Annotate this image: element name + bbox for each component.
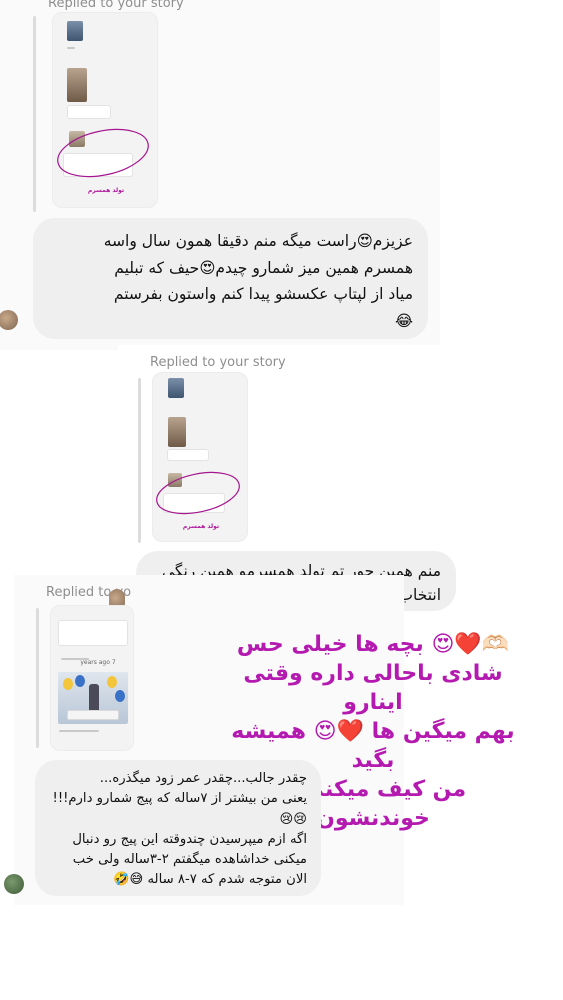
mini-message-card	[58, 620, 128, 646]
mini-balloon	[115, 690, 125, 702]
story-thumbnail[interactable]: تولد همسرم	[152, 372, 248, 542]
mini-text-line	[59, 730, 99, 732]
mini-balloon	[63, 678, 73, 690]
message-bubble[interactable]: عزیزم😍راست میگه منم دقیقا همون سال واسه …	[33, 218, 428, 339]
mini-balloon	[107, 676, 117, 688]
reply-quote-bar	[138, 378, 141, 543]
sender-avatar[interactable]	[4, 874, 24, 894]
replied-to-story-label: Replied to your story	[150, 355, 286, 370]
mini-avatar-image	[168, 378, 184, 398]
mini-table	[67, 710, 119, 720]
mini-caption: تولد همسرم	[87, 187, 125, 194]
message-text: عزیزم😍راست میگه منم دقیقا همون سال واسه …	[103, 232, 413, 330]
message-text: چقدر جالب...چقدر عمر زود میگذره... یعنی …	[52, 771, 307, 888]
reply-quote-bar	[36, 608, 39, 748]
mini-photo	[168, 417, 186, 447]
mini-avatar-image	[67, 21, 83, 41]
mini-photo	[67, 68, 87, 102]
mini-caption: تولد همسرم	[182, 523, 220, 530]
mini-years-ago: 7 years ago	[80, 659, 116, 666]
mini-message-card	[67, 105, 111, 119]
reply-quote-bar	[33, 16, 36, 212]
message-bubble[interactable]: چقدر جالب...چقدر عمر زود میگذره... یعنی …	[35, 760, 321, 896]
mini-circle-annotation	[57, 128, 149, 178]
replied-to-story-label: Replied to your story	[48, 0, 184, 11]
mini-text-line	[67, 47, 75, 49]
story-thumbnail[interactable]: تولد همسرم	[52, 12, 158, 208]
mini-circle-annotation	[156, 471, 240, 515]
story-thumbnail[interactable]: 7 years ago	[50, 605, 134, 751]
mini-balloon	[75, 675, 85, 687]
mini-message-card	[167, 449, 209, 461]
